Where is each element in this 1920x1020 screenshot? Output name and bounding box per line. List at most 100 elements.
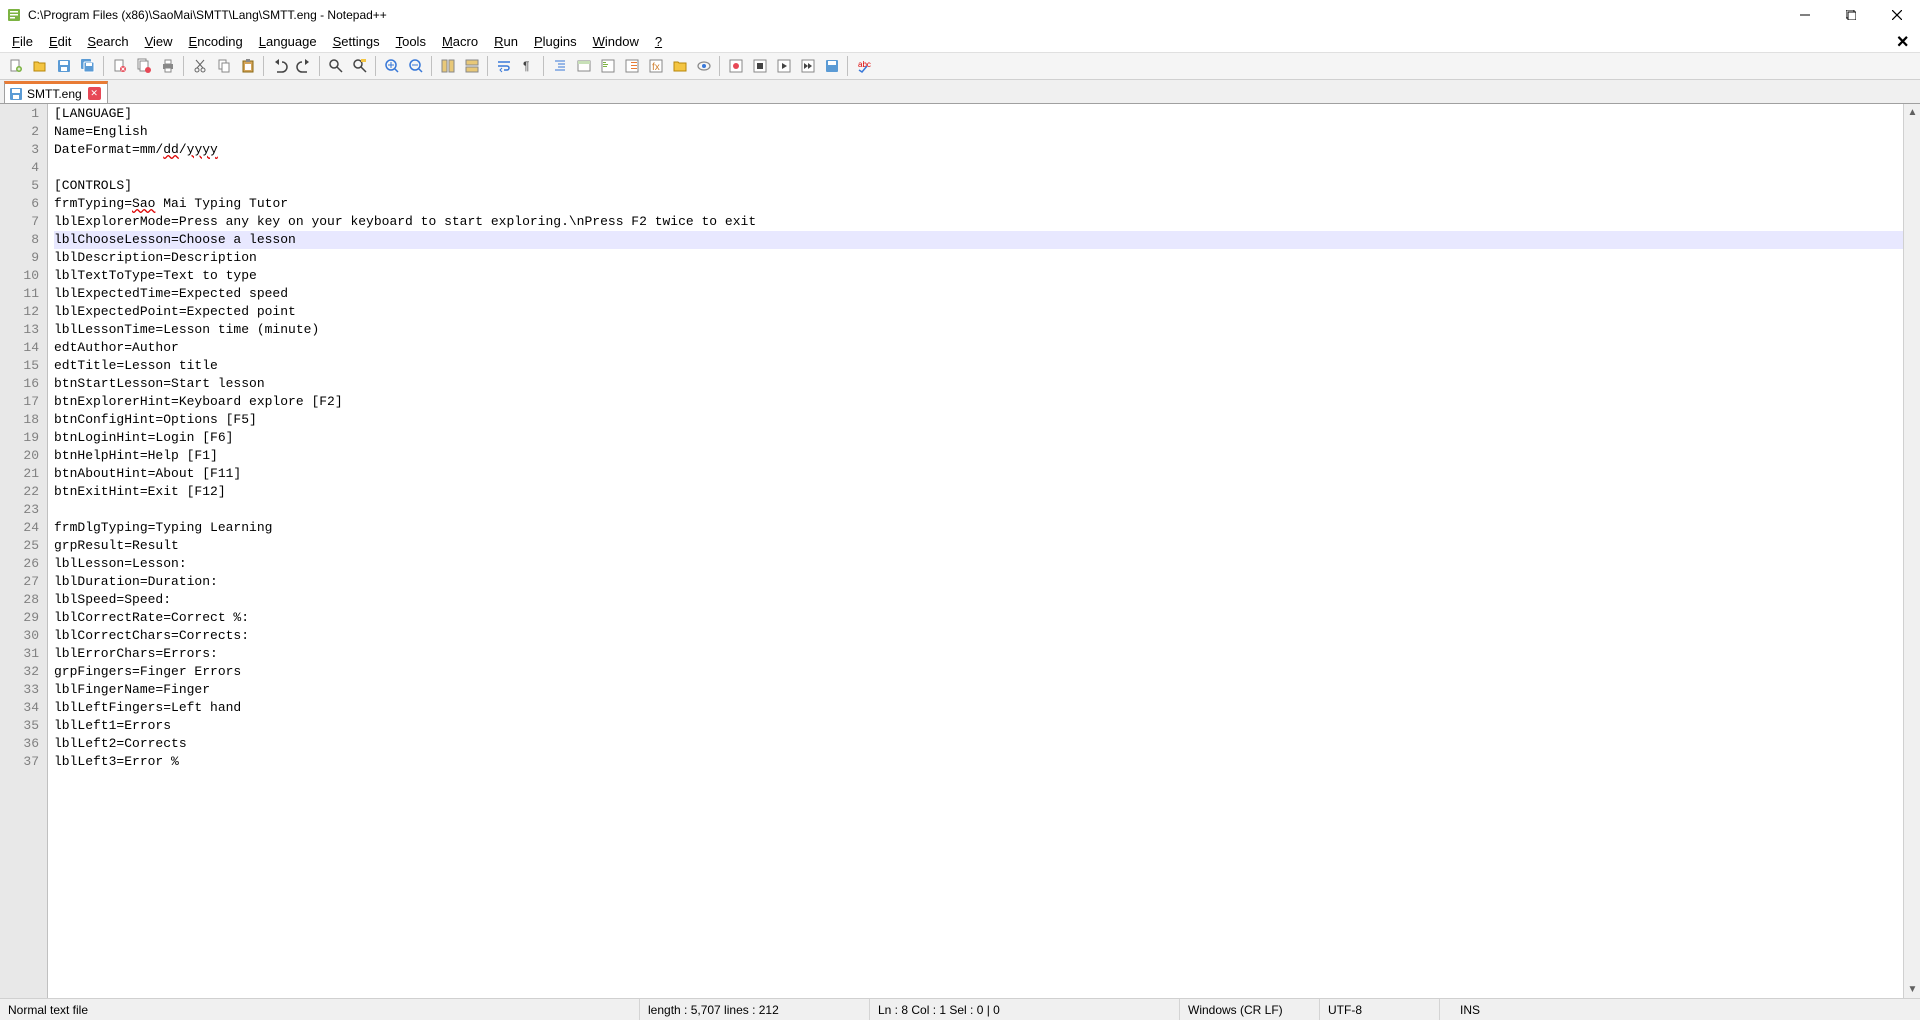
code-line[interactable]: btnExitHint=Exit [F12]: [54, 483, 1903, 501]
code-line[interactable]: edtTitle=Lesson title: [54, 357, 1903, 375]
menu-edit[interactable]: Edit: [41, 32, 79, 51]
code-line[interactable]: grpFingers=Finger Errors: [54, 663, 1903, 681]
code-line[interactable]: frmDlgTyping=Typing Learning: [54, 519, 1903, 537]
code-line[interactable]: btnConfigHint=Options [F5]: [54, 411, 1903, 429]
app-icon: [6, 7, 22, 23]
sync-h-button[interactable]: [460, 55, 483, 78]
code-line[interactable]: [CONTROLS]: [54, 177, 1903, 195]
code-line[interactable]: grpResult=Result: [54, 537, 1903, 555]
stop-record-button[interactable]: [748, 55, 771, 78]
code-line[interactable]: frmTyping=Sao Mai Typing Tutor: [54, 195, 1903, 213]
play-button[interactable]: [772, 55, 795, 78]
doc-map-button[interactable]: [596, 55, 619, 78]
code-line[interactable]: edtAuthor=Author: [54, 339, 1903, 357]
menu-settings[interactable]: Settings: [325, 32, 388, 51]
menu-tools[interactable]: Tools: [388, 32, 434, 51]
show-all-chars-button[interactable]: ¶: [516, 55, 539, 78]
open-file-button[interactable]: [28, 55, 51, 78]
code-line[interactable]: lblDuration=Duration:: [54, 573, 1903, 591]
menu-encoding[interactable]: Encoding: [181, 32, 251, 51]
code-line[interactable]: lblFingerName=Finger: [54, 681, 1903, 699]
menu-search[interactable]: Search: [79, 32, 136, 51]
menu-window[interactable]: Window: [585, 32, 647, 51]
save-macro-button[interactable]: [820, 55, 843, 78]
code-line[interactable]: DateFormat=mm/dd/yyyy: [54, 141, 1903, 159]
menu-plugins[interactable]: Plugins: [526, 32, 585, 51]
copy-button[interactable]: [212, 55, 235, 78]
spellcheck-button[interactable]: abc: [852, 55, 875, 78]
menu-help2[interactable]: ?: [647, 32, 670, 51]
code-line[interactable]: Name=English: [54, 123, 1903, 141]
vertical-scrollbar[interactable]: ▲ ▼: [1903, 104, 1920, 998]
status-encoding[interactable]: UTF-8: [1320, 999, 1440, 1020]
save-button[interactable]: [52, 55, 75, 78]
wordwrap-button[interactable]: [492, 55, 515, 78]
zoom-out-button[interactable]: [404, 55, 427, 78]
code-line[interactable]: lblDescription=Description: [54, 249, 1903, 267]
status-insert[interactable]: INS: [1440, 999, 1920, 1020]
code-line[interactable]: [54, 159, 1903, 177]
undo-button[interactable]: [268, 55, 291, 78]
code-line[interactable]: lblCorrectChars=Corrects:: [54, 627, 1903, 645]
function-list-button[interactable]: fx: [644, 55, 667, 78]
code-line[interactable]: btnHelpHint=Help [F1]: [54, 447, 1903, 465]
menu-run[interactable]: Run: [486, 32, 526, 51]
code-line[interactable]: lblExpectedPoint=Expected point: [54, 303, 1903, 321]
code-line[interactable]: lblErrorChars=Errors:: [54, 645, 1903, 663]
code-line[interactable]: lblExpectedTime=Expected speed: [54, 285, 1903, 303]
code-line[interactable]: btnStartLesson=Start lesson: [54, 375, 1903, 393]
code-line[interactable]: [54, 501, 1903, 519]
minimize-button[interactable]: [1782, 0, 1828, 30]
udl-button[interactable]: [572, 55, 595, 78]
play-multi-button[interactable]: [796, 55, 819, 78]
menu-file[interactable]: File: [4, 32, 41, 51]
cut-button[interactable]: [188, 55, 211, 78]
file-tab[interactable]: SMTT.eng ✕: [4, 81, 108, 103]
code-line[interactable]: [LANGUAGE]: [54, 105, 1903, 123]
code-line[interactable]: lblExplorerMode=Press any key on your ke…: [54, 213, 1903, 231]
code-line[interactable]: lblLeftFingers=Left hand: [54, 699, 1903, 717]
close-all-button[interactable]: [132, 55, 155, 78]
code-line[interactable]: lblLeft1=Errors: [54, 717, 1903, 735]
code-line[interactable]: lblCorrectRate=Correct %:: [54, 609, 1903, 627]
code-line[interactable]: lblLesson=Lesson:: [54, 555, 1903, 573]
monitor-button[interactable]: [692, 55, 715, 78]
record-button[interactable]: [724, 55, 747, 78]
scroll-up-button[interactable]: ▲: [1904, 104, 1920, 121]
paste-button[interactable]: [236, 55, 259, 78]
code-line[interactable]: btnLoginHint=Login [F6]: [54, 429, 1903, 447]
close-button[interactable]: [1874, 0, 1920, 30]
print-button[interactable]: [156, 55, 179, 78]
code-line[interactable]: btnAboutHint=About [F11]: [54, 465, 1903, 483]
code-line[interactable]: lblTextToType=Text to type: [54, 267, 1903, 285]
scroll-down-button[interactable]: ▼: [1904, 981, 1920, 998]
code-line[interactable]: lblSpeed=Speed:: [54, 591, 1903, 609]
sync-v-button[interactable]: [436, 55, 459, 78]
replace-button[interactable]: [348, 55, 371, 78]
code-line[interactable]: btnExplorerHint=Keyboard explore [F2]: [54, 393, 1903, 411]
svg-text:¶: ¶: [523, 59, 529, 73]
maximize-button[interactable]: [1828, 0, 1874, 30]
doc-close-button[interactable]: 🗙: [1891, 30, 1914, 54]
redo-button[interactable]: [292, 55, 315, 78]
zoom-in-button[interactable]: [380, 55, 403, 78]
status-pos: Ln : 8 Col : 1 Sel : 0 | 0: [870, 999, 1180, 1020]
code-area[interactable]: [LANGUAGE]Name=EnglishDateFormat=mm/dd/y…: [48, 104, 1903, 998]
find-button[interactable]: [324, 55, 347, 78]
code-line[interactable]: lblLeft2=Corrects: [54, 735, 1903, 753]
tab-label: SMTT.eng: [27, 87, 82, 101]
new-file-button[interactable]: [4, 55, 27, 78]
doc-list-button[interactable]: [620, 55, 643, 78]
code-line[interactable]: lblLeft3=Error %: [54, 753, 1903, 771]
indent-guide-button[interactable]: [548, 55, 571, 78]
code-line[interactable]: lblChooseLesson=Choose a lesson: [54, 231, 1903, 249]
code-line[interactable]: lblLessonTime=Lesson time (minute): [54, 321, 1903, 339]
close-file-button[interactable]: [108, 55, 131, 78]
save-all-button[interactable]: [76, 55, 99, 78]
menu-language[interactable]: Language: [251, 32, 325, 51]
menu-view[interactable]: View: [137, 32, 181, 51]
tab-close-button[interactable]: ✕: [88, 87, 101, 100]
status-eol[interactable]: Windows (CR LF): [1180, 999, 1320, 1020]
folder-button[interactable]: [668, 55, 691, 78]
menu-macro[interactable]: Macro: [434, 32, 486, 51]
